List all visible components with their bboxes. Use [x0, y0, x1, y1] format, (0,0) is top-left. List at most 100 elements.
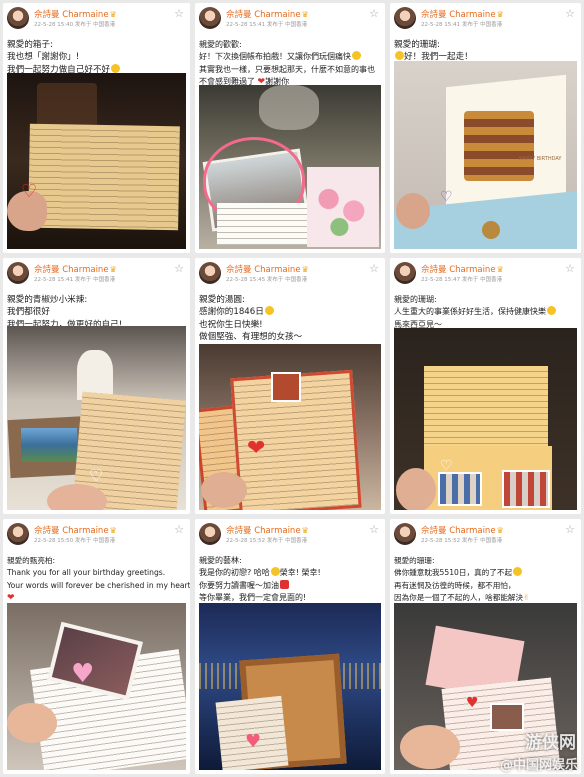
seal: [482, 221, 500, 239]
post-photo[interactable]: ♡: [394, 328, 577, 510]
post-meta: 22-5-28 15:41 发布于 中国香港: [421, 22, 503, 28]
star-icon[interactable]: ☆: [174, 7, 184, 20]
crown-icon: ♛: [496, 526, 504, 535]
smile-emoji-icon: [513, 567, 523, 577]
victory-emoji-icon: ✌: [523, 593, 530, 603]
post-meta: 22-5-28 15:52 发布于 中国香港: [226, 538, 308, 544]
laugh-emoji-icon: [352, 51, 361, 61]
watermark: 游侠网: [525, 733, 576, 753]
crown-icon: ♛: [109, 265, 117, 274]
avatar[interactable]: [7, 7, 29, 29]
post-photo[interactable]: ❤: [199, 344, 381, 510]
post-card-2[interactable]: 佘詩曼 Charmaine♛ 22-5-28 15:41 发布于 中国香港 ☆ …: [195, 3, 385, 253]
hand: [201, 472, 247, 508]
star-icon[interactable]: ☆: [565, 523, 575, 536]
star-icon[interactable]: ☆: [369, 262, 379, 275]
username[interactable]: 佘詩曼 Charmaine♛: [34, 524, 117, 536]
heart-sticker-icon: ♡: [440, 189, 453, 205]
smile-emoji-icon: [111, 63, 121, 73]
post-text: 親愛的珊珊: 佛你鍾意眈我5510日，真的了不起 再有迷惘及彷徨的時候，都不用怕…: [394, 556, 530, 603]
heart-sticker-icon: ♥: [71, 659, 95, 689]
star-icon[interactable]: ☆: [369, 7, 379, 20]
photo-sticker: [490, 703, 524, 731]
post-text: 親愛的歡歡: 好！下次換個帳布拍戲！又讓你們玩個痛快 其實我也一樣，只要想起那天…: [199, 40, 375, 88]
heart-sticker-icon: ♡: [440, 458, 453, 474]
heart-icon: ❤: [7, 593, 15, 604]
crown-icon: ♛: [109, 10, 117, 19]
post-card-7[interactable]: 佘詩曼 Charmaine♛ 22-5-28 15:50 发布于 中国香港 ☆ …: [3, 519, 190, 774]
post-card-5[interactable]: 佘詩曼 Charmaine♛ 22-5-28 15:45 发布于 中国香港 ☆ …: [195, 258, 385, 514]
post-card-8[interactable]: 佘詩曼 Charmaine♛ 22-5-28 15:52 发布于 中国香港 ☆ …: [195, 519, 385, 774]
hand: [400, 725, 460, 769]
hand: [396, 468, 436, 510]
heart-sticker-icon: ♡: [21, 181, 38, 202]
cake-popup: [464, 111, 534, 181]
username[interactable]: 佘詩曼 Charmaine♛: [34, 263, 117, 275]
post-meta: 22-5-28 15:40 发布于 中国香港: [34, 22, 116, 28]
smile-emoji-icon: [547, 306, 556, 316]
hand: [7, 703, 57, 743]
username[interactable]: 佘詩曼 Charmaine♛: [421, 8, 504, 20]
heart-sticker-icon: ❤: [247, 436, 266, 461]
crown-icon: ♛: [496, 265, 504, 274]
post-photo[interactable]: ♡: [7, 73, 186, 249]
flower-card: [307, 167, 379, 247]
post-meta: 22-5-28 15:41 发布于 中国香港: [34, 277, 116, 283]
photo-sticker-2: [502, 470, 550, 508]
crown-icon: ♛: [109, 526, 117, 535]
crown-icon: ♛: [301, 265, 309, 274]
avatar[interactable]: [7, 523, 29, 545]
post-text: 親愛的湯圓: 感謝你的1846日 也祝你生日快樂! 做個堅強、有理想的女孩～: [199, 295, 303, 343]
crown-icon: ♛: [496, 10, 504, 19]
post-photo[interactable]: ♡: [7, 326, 186, 510]
smile-emoji-icon: [264, 306, 274, 316]
laugh-emoji-icon: [270, 567, 280, 577]
post-photo[interactable]: ♥: [7, 603, 186, 770]
letter-card: [28, 123, 180, 231]
watermark-source: @中国网娱乐: [499, 758, 578, 773]
avatar[interactable]: [199, 7, 221, 29]
post-meta: 22-5-28 15:52 发布于 中国香港: [421, 538, 503, 544]
post-photo[interactable]: HAPPY BIRTHDAY ♡: [394, 61, 577, 249]
star-icon[interactable]: ☆: [565, 262, 575, 275]
star-icon[interactable]: ☆: [565, 7, 575, 20]
heart-sticker-icon: ♥: [245, 731, 262, 752]
avatar[interactable]: [394, 262, 416, 284]
post-photo[interactable]: [199, 85, 381, 249]
post-text: 親愛的藝林: 我是你的初戀? 哈哈 榮幸! 榮幸! 你要努力讀書喔～加油 等你畢業…: [199, 556, 321, 603]
smile-emoji-icon: [395, 51, 404, 61]
post-text: 親愛的箱子: 我也想「謝謝你」! 我們一起努力做自己好不好: [7, 39, 184, 76]
username[interactable]: 佘詩曼 Charmaine♛: [421, 524, 504, 536]
post-photo[interactable]: ♥: [199, 603, 381, 770]
hand: [47, 484, 107, 510]
username[interactable]: 佘詩曼 Charmaine♛: [421, 263, 504, 275]
post-meta: 22-5-28 15:41 发布于 中国香港: [226, 22, 308, 28]
username[interactable]: 佘詩曼 Charmaine♛: [34, 8, 117, 20]
card-text: HAPPY BIRTHDAY: [519, 156, 562, 162]
star-icon[interactable]: ☆: [174, 523, 184, 536]
letter-card: [217, 203, 307, 245]
username[interactable]: 佘詩曼 Charmaine♛: [226, 263, 309, 275]
avatar[interactable]: [394, 523, 416, 545]
avatar[interactable]: [394, 7, 416, 29]
avatar[interactable]: [199, 262, 221, 284]
post-card-4[interactable]: 佘詩曼 Charmaine♛ 22-5-28 15:41 发布于 中国香港 ☆ …: [3, 258, 190, 514]
post-card-1[interactable]: 佘詩曼 Charmaine♛ 22-5-28 15:40 发布于 中国香港 ☆ …: [3, 3, 190, 253]
post-card-6[interactable]: 佘詩曼 Charmaine♛ 22-5-28 15:47 发布于 中国香港 ☆ …: [390, 258, 581, 514]
scenery-photo: [21, 428, 77, 462]
username[interactable]: 佘詩曼 Charmaine♛: [226, 524, 309, 536]
post-meta: 22-5-28 15:50 发布于 中国香港: [34, 538, 116, 544]
username[interactable]: 佘詩曼 Charmaine♛: [226, 8, 309, 20]
star-icon[interactable]: ☆: [369, 523, 379, 536]
photo-sticker-1: [438, 472, 482, 506]
heart-sticker-icon: ♥: [466, 695, 479, 711]
post-card-3[interactable]: 佘詩曼 Charmaine♛ 22-5-28 15:41 发布于 中国香港 ☆ …: [390, 3, 581, 253]
avatar[interactable]: [199, 523, 221, 545]
fight-emoji-icon: [280, 579, 289, 589]
hand: [396, 193, 430, 229]
crown-icon: ♛: [301, 526, 309, 535]
star-icon[interactable]: ☆: [174, 262, 184, 275]
crown-icon: ♛: [301, 10, 309, 19]
avatar[interactable]: [7, 262, 29, 284]
post-meta: 22-5-28 15:45 发布于 中国香港: [226, 277, 308, 283]
